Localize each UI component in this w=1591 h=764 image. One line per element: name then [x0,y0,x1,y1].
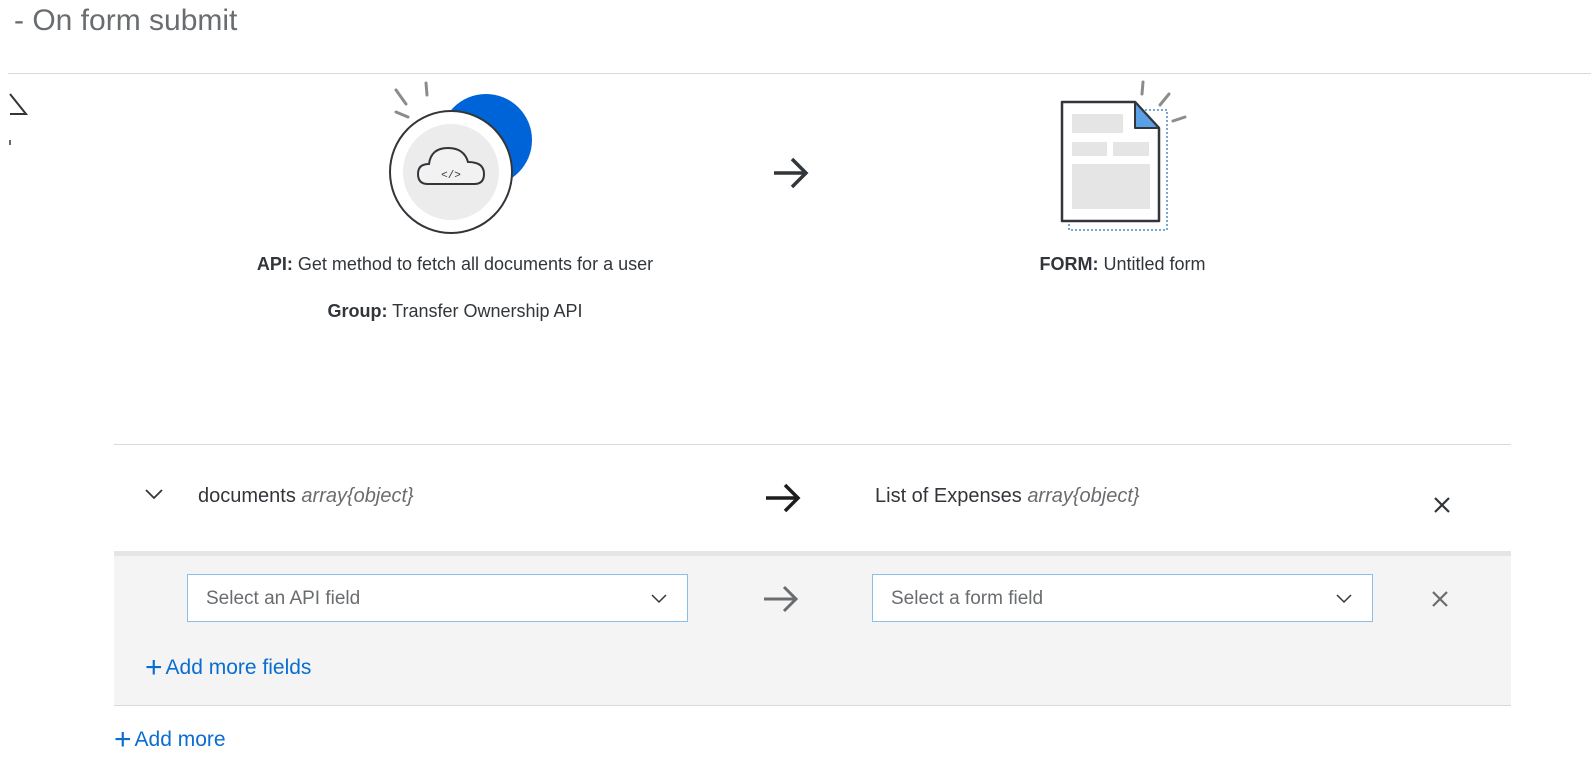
add-more-label: Add more [134,728,226,751]
mapping-row: documents array{object} List of Expenses… [114,445,1511,551]
form-field-type: array{object} [1027,485,1140,507]
chevron-down-icon[interactable] [144,487,164,501]
api-label: API: [256,254,293,274]
form-label: FORM: [1039,254,1099,274]
cloud-api-icon: </> [389,81,532,234]
close-icon[interactable] [1430,589,1450,609]
group-label: Group: [327,301,388,321]
add-more-link[interactable]: + Add more [114,725,226,755]
form-name: Untitled form [1103,254,1206,274]
api-field-select[interactable]: Select an API field [187,574,688,622]
api-field-type: array{object} [301,485,414,507]
api-field-placeholder: Select an API field [206,588,361,609]
form-field-label: List of Expenses array{object} [875,485,1140,508]
arrow-right-icon [766,483,801,513]
divider [8,73,1591,74]
plus-icon: + [114,723,132,756]
plus-icon: + [145,651,163,684]
field-mapping-panel: documents array{object} List of Expenses… [114,444,1511,706]
form-field-name: List of Expenses [875,485,1022,507]
section-title: - On form submit [14,4,238,37]
add-more-fields-label: Add more fields [165,656,312,679]
chevron-down-icon [651,594,667,604]
group-caption: Group: Transfer Ownership API [205,301,705,322]
api-caption: API: Get method to fetch all documents f… [205,254,705,275]
arrow-right-icon [774,157,809,189]
api-name: Get method to fetch all documents for a … [297,254,654,274]
close-icon[interactable] [1432,495,1452,515]
panel-edge-icon [9,93,28,145]
form-caption: FORM: Untitled form [970,254,1275,275]
api-field-name: documents [198,485,296,507]
add-more-fields-link[interactable]: + Add more fields [145,653,312,683]
chevron-down-icon [1336,594,1352,604]
arrow-right-icon [764,585,799,613]
form-field-select[interactable]: Select a form field [872,574,1373,622]
form-field-placeholder: Select a form field [891,588,1044,609]
document-form-icon [1060,80,1187,231]
code-glyph: </> [441,170,461,182]
divider [114,705,1511,706]
group-name: Transfer Ownership API [392,301,583,321]
api-field-label: documents array{object} [198,485,414,508]
